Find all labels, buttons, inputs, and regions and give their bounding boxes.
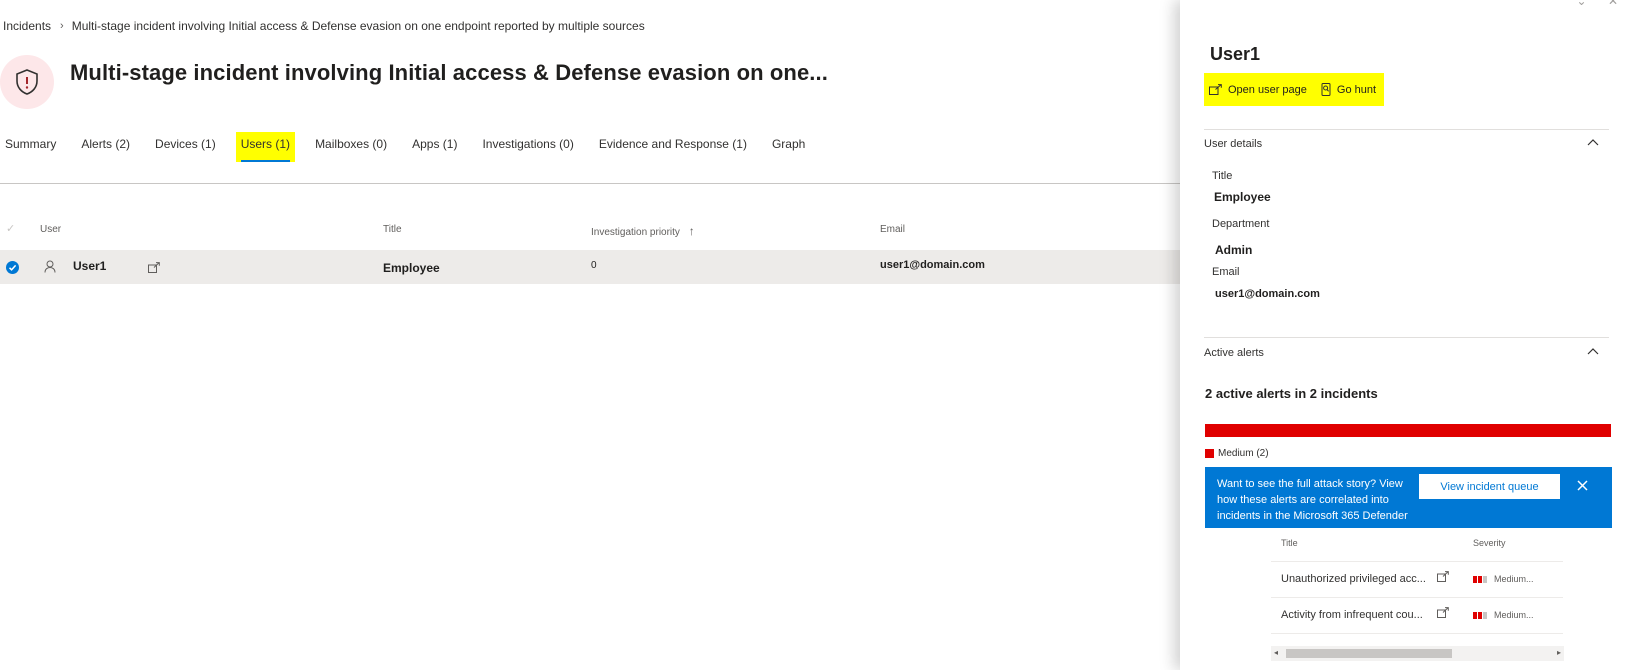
alert-title: Unauthorized privileged acc... (1281, 573, 1426, 585)
open-in-new-icon[interactable] (148, 260, 160, 278)
severity-label: Medium... (1494, 610, 1534, 620)
tab-summary[interactable]: Summary (0, 132, 61, 162)
scroll-left-arrow-icon[interactable]: ◂ (1274, 648, 1278, 657)
open-user-page-button[interactable]: Open user page (1209, 84, 1307, 96)
horizontal-scrollbar[interactable]: ◂ ▸ (1271, 646, 1564, 661)
title-label: Title (1212, 170, 1233, 182)
severity-cell: Medium... (1473, 610, 1534, 620)
column-header-user[interactable]: User (40, 224, 61, 235)
alerts-table: Title Severity Unauthorized privileged a… (1271, 532, 1563, 634)
column-header-title[interactable]: Title (383, 224, 402, 235)
chevron-up-icon (1587, 137, 1599, 149)
severity-cell: Medium... (1473, 574, 1534, 584)
breadcrumb: Incidents › Multi-stage incident involvi… (3, 19, 645, 33)
chevron-up-icon (1587, 346, 1599, 358)
attack-story-banner: Want to see the full attack story? View … (1205, 467, 1612, 528)
go-hunt-button[interactable]: Go hunt (1321, 83, 1376, 96)
column-header-priority-label: Investigation priority (591, 227, 680, 238)
breadcrumb-current: Multi-stage incident involving Initial a… (71, 19, 645, 33)
tab-apps[interactable]: Apps (1) (407, 132, 462, 162)
section-divider (1204, 129, 1609, 130)
users-grid-header: ✓ User Title Investigation priority ↑ Em… (0, 216, 1180, 246)
severity-legend: Medium (2) (1205, 448, 1269, 459)
tab-mailboxes[interactable]: Mailboxes (0) (310, 132, 392, 162)
tab-investigations[interactable]: Investigations (0) (477, 132, 578, 162)
medium-severity-icon (1473, 611, 1488, 619)
tab-devices[interactable]: Devices (1) (150, 132, 221, 162)
column-header-title[interactable]: Title (1281, 538, 1298, 548)
severity-legend-label: Medium (2) (1218, 448, 1269, 459)
select-all-checkmark-icon[interactable]: ✓ (6, 222, 15, 235)
department-value: Admin (1215, 243, 1253, 257)
medium-severity-icon (1473, 575, 1488, 583)
table-row[interactable]: User1 Employee 0 user1@domain.com (0, 250, 1180, 284)
medium-severity-swatch (1205, 449, 1214, 458)
row-email: user1@domain.com (880, 259, 985, 271)
panel-top-icons: ⌄ ✕ (1577, 0, 1618, 8)
chevron-up-icon[interactable]: ⌄ (1577, 0, 1587, 8)
department-label: Department (1212, 218, 1270, 230)
user-details-section-header[interactable]: User details (1204, 138, 1609, 150)
user-icon (44, 260, 56, 278)
go-hunt-label: Go hunt (1336, 83, 1377, 96)
section-divider (1204, 337, 1609, 338)
alerts-table-header: Title Severity (1271, 532, 1563, 562)
open-user-page-label: Open user page (1228, 83, 1307, 96)
email-label: Email (1212, 266, 1240, 278)
hunt-icon (1321, 83, 1331, 96)
banner-text: Want to see the full attack story? View … (1217, 478, 1408, 522)
active-alerts-heading: Active alerts (1204, 347, 1264, 359)
row-title: Employee (383, 261, 440, 275)
table-row[interactable]: Unauthorized privileged acc... Medium... (1271, 562, 1563, 598)
tab-graph[interactable]: Graph (767, 132, 810, 162)
active-alerts-section-header[interactable]: Active alerts (1204, 347, 1609, 359)
row-investigation-priority: 0 (591, 260, 597, 271)
alert-title: Activity from infrequent cou... (1281, 609, 1423, 621)
column-header-email[interactable]: Email (880, 224, 905, 235)
open-in-new-icon[interactable] (1437, 607, 1449, 621)
open-in-new-icon (1209, 84, 1222, 95)
row-user-name[interactable]: User1 (73, 259, 106, 273)
sort-ascending-arrow-icon: ↑ (688, 224, 695, 238)
tab-evidence-and-response[interactable]: Evidence and Response (1) (594, 132, 752, 162)
active-alerts-summary: 2 active alerts in 2 incidents (1205, 386, 1378, 401)
scrollbar-thumb[interactable] (1286, 649, 1452, 658)
incident-tabs: Summary Alerts (2) Devices (1) Users (1)… (0, 132, 825, 162)
breadcrumb-separator-icon: › (60, 20, 64, 32)
tabs-divider (0, 183, 1180, 184)
severity-label: Medium... (1494, 574, 1534, 584)
table-row[interactable]: Activity from infrequent cou... Medium..… (1271, 598, 1563, 634)
tab-users[interactable]: Users (1) (235, 132, 296, 162)
breadcrumb-incidents-link[interactable]: Incidents (3, 19, 51, 33)
title-value: Employee (1214, 190, 1271, 204)
user-details-panel: ⌄ ✕ User1 Open user page Go hunt User de… (1180, 0, 1632, 670)
page-title: Multi-stage incident involving Initial a… (70, 60, 828, 85)
email-value: user1@domain.com (1215, 288, 1320, 300)
row-selected-checkmark-icon[interactable] (6, 261, 19, 274)
incident-icon-badge (0, 55, 54, 109)
shield-alert-icon (16, 69, 38, 95)
view-incident-queue-button[interactable]: View incident queue (1419, 474, 1560, 499)
open-in-new-icon[interactable] (1437, 571, 1449, 585)
close-icon[interactable] (1577, 478, 1588, 496)
column-header-severity[interactable]: Severity (1473, 538, 1506, 548)
scroll-right-arrow-icon[interactable]: ▸ (1557, 648, 1561, 657)
panel-actions-toolbar: Open user page Go hunt (1204, 73, 1384, 106)
user-details-heading: User details (1204, 138, 1263, 150)
panel-title: User1 (1210, 44, 1261, 64)
severity-distribution-bar (1205, 424, 1611, 437)
tab-alerts[interactable]: Alerts (2) (76, 132, 135, 162)
column-header-investigation-priority[interactable]: Investigation priority ↑ (591, 224, 695, 238)
close-panel-icon[interactable]: ✕ (1608, 0, 1618, 8)
